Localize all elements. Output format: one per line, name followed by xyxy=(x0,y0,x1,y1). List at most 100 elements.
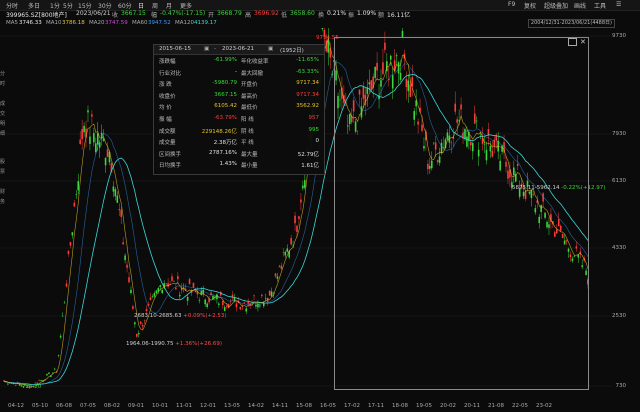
candle-body xyxy=(304,180,306,188)
stat-row: 最大量 52.79亿 xyxy=(241,150,319,159)
calendar-icon[interactable]: ▣ xyxy=(204,46,209,52)
date-range-display[interactable]: 2004/12/31-2023/06/21(4488日) xyxy=(527,19,615,28)
candle-body xyxy=(96,133,99,145)
tab-multiday[interactable]: 多日 xyxy=(28,1,40,10)
tab-60min[interactable]: 60分 xyxy=(118,1,132,10)
stat-row: 年化收益率 -11.65% xyxy=(241,57,319,66)
candle-body xyxy=(134,322,136,325)
candle-body xyxy=(130,289,132,294)
stat-row: 最高价 9717.34 xyxy=(241,92,319,101)
tab-5min[interactable]: 5分 xyxy=(63,1,73,10)
candle-body xyxy=(155,290,158,294)
ma20-label: MA20 xyxy=(89,20,105,26)
x-tick: 11-01 xyxy=(176,403,192,409)
tab-month[interactable]: 月 xyxy=(166,1,172,10)
candle-body xyxy=(114,189,117,197)
interval-change: +1.36%(+26.69) xyxy=(175,341,222,347)
ma5-label: MA5 xyxy=(6,20,19,26)
stat-row: 日均换手 1.43% xyxy=(159,161,237,170)
stat-label: 涨 跌 xyxy=(159,82,172,89)
stat-value: 9717.34 xyxy=(296,80,319,87)
end-date[interactable]: 2023-06-21 xyxy=(222,46,254,52)
high-value: 3696.92 xyxy=(254,10,279,17)
f9-button[interactable]: F9 xyxy=(508,1,515,8)
stat-value: 2.38万亿 xyxy=(213,140,237,147)
y-tick: 4330 xyxy=(612,245,626,251)
candle-body xyxy=(298,216,300,219)
candle-body xyxy=(192,282,195,288)
stat-value: -61.99% xyxy=(214,57,237,63)
candle-body xyxy=(245,308,248,312)
tab-intraday[interactable]: 分时 xyxy=(6,1,18,10)
x-tick: 14-02 xyxy=(248,403,264,409)
stat-label: 最高价 xyxy=(241,93,258,100)
amplitude-label: 振 xyxy=(348,12,355,19)
candle-body xyxy=(165,283,167,285)
open-label: 开 xyxy=(208,12,215,19)
overlay-button[interactable]: 超级叠加 xyxy=(544,1,568,10)
x-tick: 07-05 xyxy=(80,403,96,409)
candle-body xyxy=(48,372,50,374)
candle-body xyxy=(65,283,68,287)
ma20-value: 3747.59 xyxy=(105,20,128,26)
x-tick: 15-08 xyxy=(296,403,312,409)
candle-body xyxy=(128,277,130,283)
candle-body xyxy=(290,238,292,245)
stat-value: 9717.34 xyxy=(296,91,319,98)
quote-date: 2023/06/21 xyxy=(76,10,111,17)
stat-value: 3667.15 xyxy=(214,91,237,98)
y-tick: 9730 xyxy=(612,33,626,39)
x-tick: 17-11 xyxy=(368,403,384,409)
tab-15min[interactable]: 15分 xyxy=(78,1,92,10)
interval-text: 2683.10-2685.63 xyxy=(134,313,182,319)
candle-body xyxy=(57,355,60,356)
candle-body xyxy=(161,289,164,294)
candle-body xyxy=(268,290,271,296)
start-date[interactable]: 2015-06-15 xyxy=(159,46,191,52)
candle-body xyxy=(143,320,146,322)
stat-label: 最小量 xyxy=(241,163,258,170)
tools-button[interactable]: 工具 xyxy=(594,1,606,10)
candle-body xyxy=(132,306,134,309)
interval-selection[interactable] xyxy=(334,37,589,390)
interval-annotation-2: 1964.06-1990.75 +1.36%(+26.69) xyxy=(126,341,222,347)
x-tick: 14-11 xyxy=(272,403,288,409)
stat-row: 阴 线 995 xyxy=(241,127,319,136)
candle-body xyxy=(63,302,66,304)
stat-label: 收盘价 xyxy=(159,93,176,100)
interval-stats-popup: 2015-06-15 ▣ - 2023-06-21 ▣ (1952日) 涨跌幅 -… xyxy=(153,44,325,175)
x-tick: 09-01 xyxy=(128,403,144,409)
tab-more[interactable]: 更多 xyxy=(180,1,192,10)
candle-body xyxy=(223,307,226,311)
calendar-icon[interactable]: ▣ xyxy=(268,46,273,52)
tab-day[interactable]: 日 xyxy=(138,1,144,10)
tab-week[interactable]: 周 xyxy=(152,1,158,10)
draw-button[interactable]: 画线 xyxy=(574,1,586,10)
stat-value: -63.33% xyxy=(296,68,319,75)
stat-label: 行业对比 xyxy=(159,70,182,77)
adjust-button[interactable]: 复权 xyxy=(524,1,536,10)
close-icon[interactable]: ✕ xyxy=(580,38,586,46)
stat-row: 成交额 229148.26亿 xyxy=(159,127,237,136)
turnover-label: 换 xyxy=(318,12,325,19)
x-tick: 12-01 xyxy=(200,403,216,409)
stat-value: 6105.42 xyxy=(214,103,237,110)
stat-label: 最大量 xyxy=(241,151,258,158)
candle-body xyxy=(83,125,85,133)
stat-label: 成交量 xyxy=(159,140,176,147)
candle-body xyxy=(296,225,298,232)
tab-1min[interactable]: 1分 xyxy=(50,1,60,10)
candle-body xyxy=(286,248,289,252)
tab-30min[interactable]: 30分 xyxy=(98,1,112,10)
stat-row: 最小量 1.61亿 xyxy=(241,161,319,170)
candle-body xyxy=(261,294,263,297)
maximize-icon[interactable] xyxy=(568,38,577,46)
candle-body xyxy=(87,110,89,113)
stat-label: 振 幅 xyxy=(159,117,172,123)
menu-icon[interactable]: ☰ xyxy=(616,1,621,8)
candle-body xyxy=(73,202,76,207)
candle-body xyxy=(40,380,42,381)
candle-body xyxy=(218,303,220,305)
change-value: -0.47%(-17.15) xyxy=(160,10,206,17)
stat-value: -63.79% xyxy=(214,115,237,121)
